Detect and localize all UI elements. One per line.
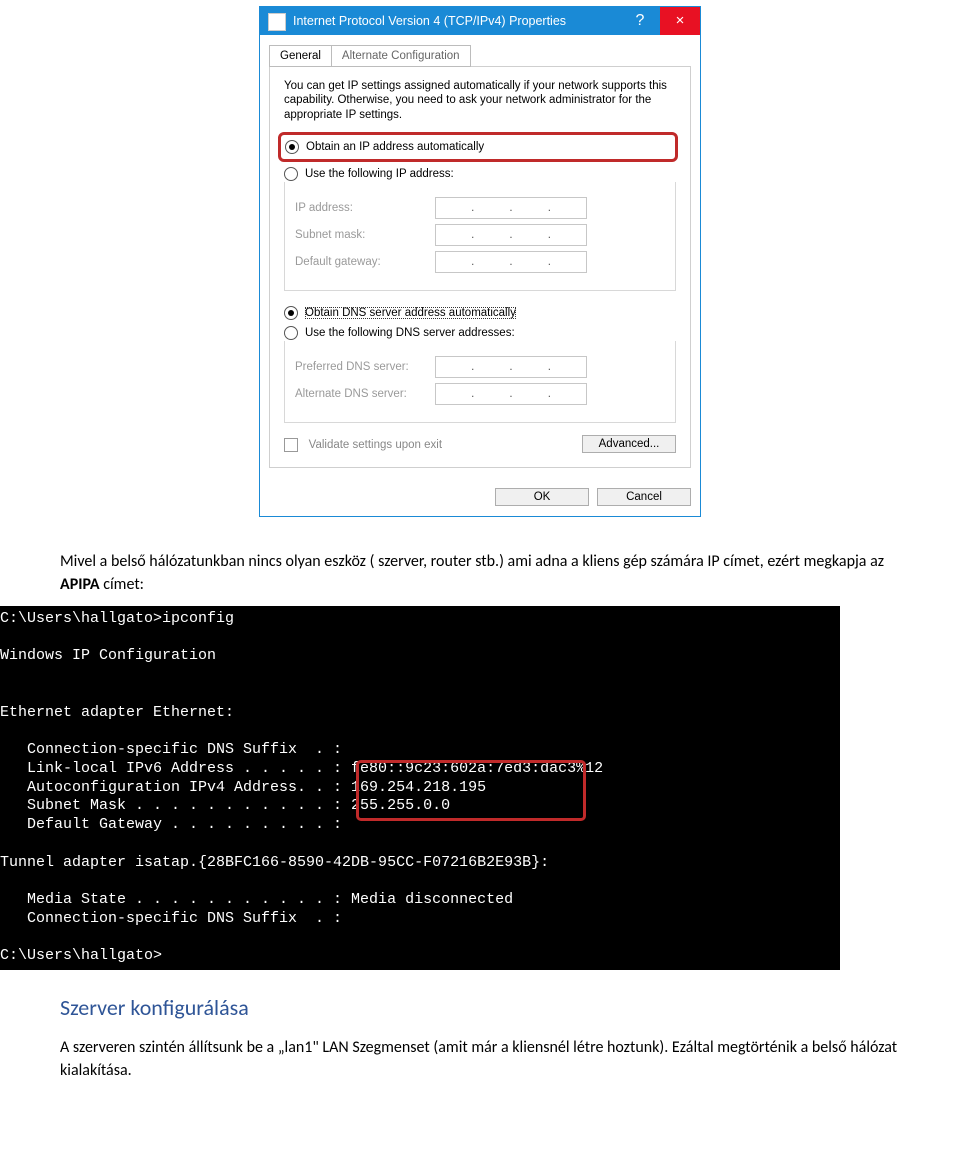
- advanced-button[interactable]: Advanced...: [582, 435, 676, 453]
- radio-use-following-dns[interactable]: Use the following DNS server addresses:: [284, 323, 676, 343]
- paragraph-server-config: A szerveren szintén állítsunk be a „lan1…: [60, 1037, 900, 1082]
- radio-label: Obtain an IP address automatically: [306, 141, 484, 153]
- tab-general[interactable]: General: [269, 45, 332, 67]
- checkbox-validate-settings[interactable]: Validate settings upon exit: [284, 436, 442, 452]
- radio-label: Use the following DNS server addresses:: [305, 327, 515, 339]
- label-default-gateway: Default gateway:: [295, 256, 435, 268]
- highlight-box: Obtain an IP address automatically: [278, 132, 678, 162]
- ok-button[interactable]: OK: [495, 488, 589, 506]
- cancel-button[interactable]: Cancel: [597, 488, 691, 506]
- label-alternate-dns: Alternate DNS server:: [295, 388, 435, 400]
- tcpip-properties-dialog: Internet Protocol Version 4 (TCP/IPv4) P…: [259, 6, 701, 517]
- window-title: Internet Protocol Version 4 (TCP/IPv4) P…: [293, 7, 620, 35]
- radio-icon: [284, 326, 298, 340]
- intro-text: You can get IP settings assigned automat…: [284, 79, 676, 122]
- radio-icon: [284, 306, 298, 320]
- input-alternate-dns: ...: [435, 383, 587, 405]
- heading-server-config: Szerver konfigurálása: [60, 994, 900, 1021]
- radio-label: Use the following IP address:: [305, 168, 454, 180]
- label-subnet-mask: Subnet mask:: [295, 229, 435, 241]
- checkbox-icon: [284, 438, 298, 452]
- help-button[interactable]: ?: [620, 7, 660, 35]
- titlebar[interactable]: Internet Protocol Version 4 (TCP/IPv4) P…: [260, 7, 700, 35]
- window-icon: [268, 13, 286, 31]
- close-button[interactable]: ×: [660, 7, 700, 35]
- input-subnet-mask: ...: [435, 224, 587, 246]
- radio-icon: [285, 140, 299, 154]
- radio-obtain-dns-automatically[interactable]: Obtain DNS server address automatically: [284, 303, 676, 323]
- radio-use-following-ip[interactable]: Use the following IP address:: [284, 164, 676, 184]
- label-ip-address: IP address:: [295, 202, 435, 214]
- input-ip-address: ...: [435, 197, 587, 219]
- label-preferred-dns: Preferred DNS server:: [295, 361, 435, 373]
- radio-icon: [284, 167, 298, 181]
- terminal-output: C:\Users\hallgato>ipconfig Windows IP Co…: [0, 606, 840, 970]
- tab-alternate-configuration[interactable]: Alternate Configuration: [332, 45, 471, 67]
- radio-obtain-ip-automatically[interactable]: Obtain an IP address automatically: [285, 137, 645, 157]
- input-default-gateway: ...: [435, 251, 587, 273]
- radio-label: Obtain DNS server address automatically: [305, 307, 516, 319]
- input-preferred-dns: ...: [435, 356, 587, 378]
- paragraph-apipa: Mivel a belső hálózatunkban nincs olyan …: [60, 551, 900, 596]
- checkbox-label: Validate settings upon exit: [309, 439, 442, 451]
